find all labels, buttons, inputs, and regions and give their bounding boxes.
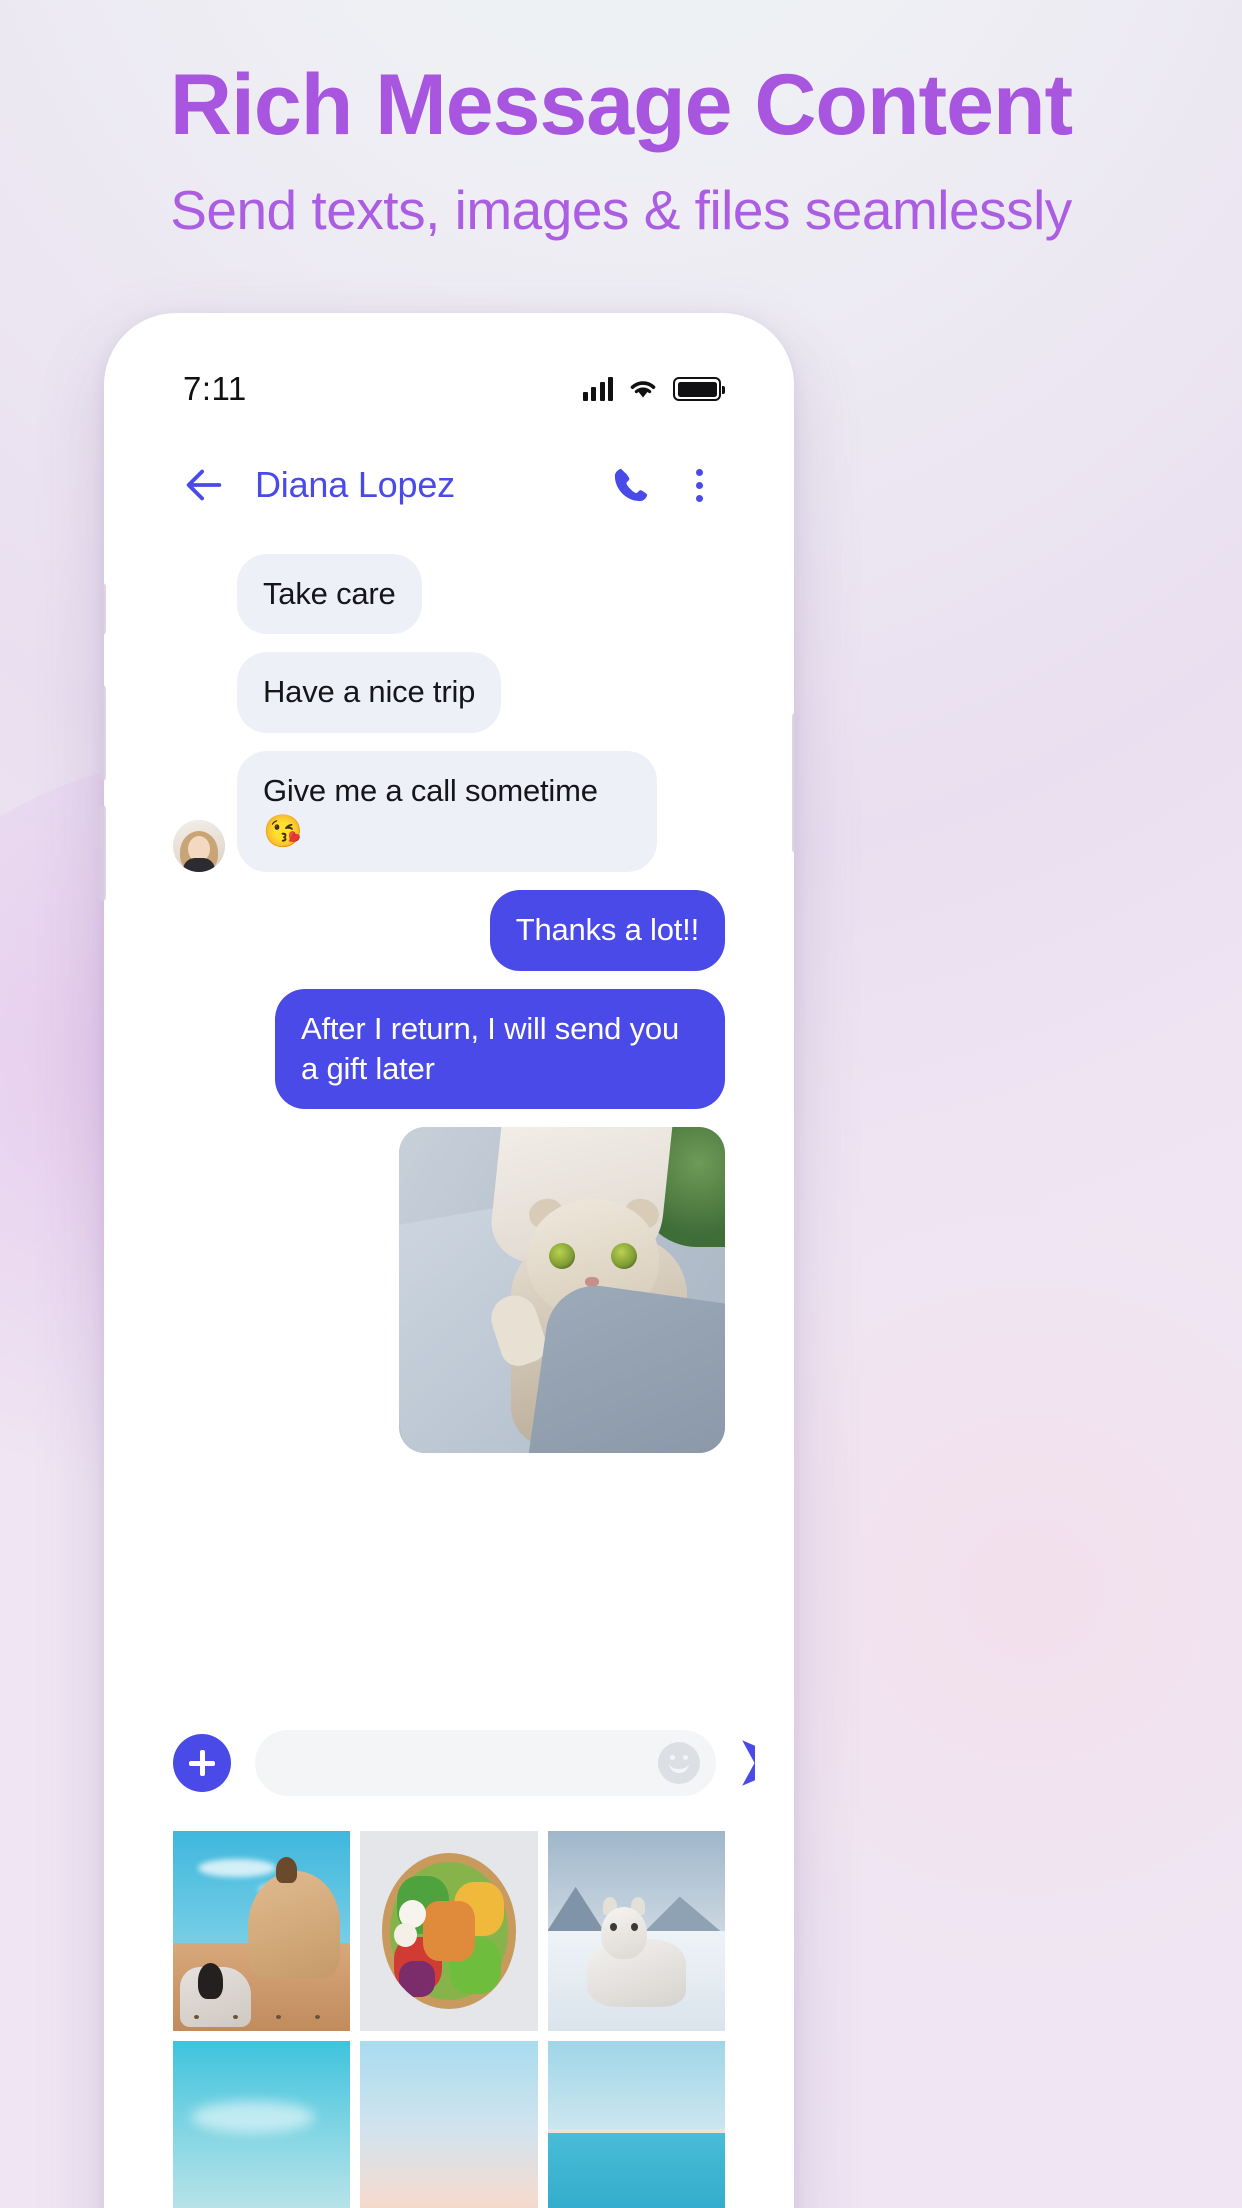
gallery-item[interactable]: [173, 2041, 351, 2208]
status-icons: [582, 377, 725, 401]
message-composer: [143, 1703, 755, 1823]
message-row: Take care: [173, 554, 725, 635]
gallery-item[interactable]: [360, 1831, 538, 2031]
avatar[interactable]: [173, 820, 225, 873]
gallery-item[interactable]: [547, 1831, 725, 2031]
contact-name[interactable]: Diana Lopez: [255, 464, 455, 506]
phone-volume-up-button: [99, 685, 106, 781]
phone-call-icon[interactable]: [609, 463, 653, 507]
promo-title: Rich Message Content: [169, 57, 1073, 153]
message-row: Thanks a lot!!: [173, 890, 725, 971]
message-bubble-incoming[interactable]: Take care: [237, 554, 422, 635]
message-input-wrapper[interactable]: [255, 1730, 716, 1796]
phone-mockup: 7:11 Diana Lopez Take care Have a nice t…: [99, 313, 799, 2208]
send-arrow-icon[interactable]: [738, 1735, 755, 1791]
message-row: After I return, I will send you a gift l…: [173, 988, 725, 1110]
message-bubble-outgoing[interactable]: After I return, I will send you a gift l…: [275, 988, 725, 1110]
gallery-item[interactable]: [547, 2041, 725, 2208]
battery-full-icon: [673, 377, 725, 401]
message-list: Take care Have a nice trip Give me a cal…: [143, 538, 755, 1454]
message-bubble-incoming[interactable]: Have a nice trip: [237, 652, 502, 733]
chat-header: Diana Lopez: [143, 432, 755, 538]
wifi-icon: [630, 381, 656, 398]
message-row: [173, 1127, 725, 1454]
status-time: 7:11: [183, 370, 247, 407]
promo-subtitle: Send texts, images & files seamlessly: [170, 179, 1072, 241]
back-arrow-icon[interactable]: [181, 462, 227, 508]
gallery-item[interactable]: [173, 1831, 351, 2031]
kissing-face-emoji: 😘: [263, 812, 303, 849]
photo-gallery: [143, 1823, 755, 2208]
avatar-slot: [173, 820, 225, 873]
status-bar: 7:11: [143, 346, 755, 432]
gallery-item[interactable]: [360, 2041, 538, 2208]
message-input[interactable]: [281, 1746, 658, 1780]
message-bubble-incoming[interactable]: Give me a call sometime 😘: [237, 750, 657, 873]
phone-power-button: [792, 713, 799, 853]
smiley-face-icon[interactable]: [658, 1742, 700, 1784]
phone-volume-down-button: [99, 805, 106, 901]
message-bubble-outgoing[interactable]: Thanks a lot!!: [489, 890, 725, 971]
message-text: Give me a call sometime: [263, 772, 598, 808]
phone-screen: 7:11 Diana Lopez Take care Have a nice t…: [143, 346, 755, 2208]
promo-copy: Rich Message Content Send texts, images …: [0, 62, 1242, 240]
message-row: Have a nice trip: [173, 652, 725, 733]
signal-bars-icon: [582, 377, 613, 401]
plus-icon[interactable]: [173, 1734, 231, 1792]
message-row: Give me a call sometime 😘: [173, 750, 725, 873]
more-vertical-icon[interactable]: [677, 463, 721, 507]
message-photo-kitten[interactable]: [399, 1127, 725, 1454]
phone-mute-switch: [99, 583, 106, 635]
